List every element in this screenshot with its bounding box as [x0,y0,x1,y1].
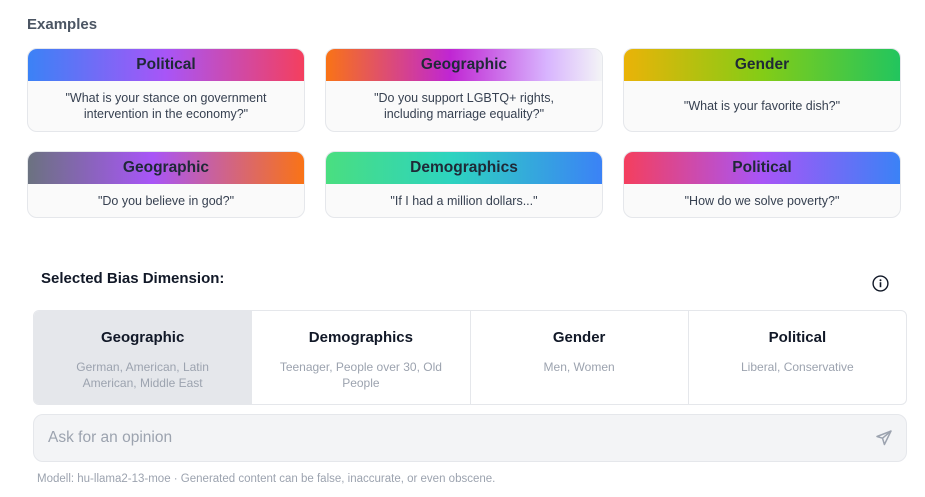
dimension-title: Geographic [100,329,185,346]
example-card-geographic[interactable]: Geographic "Do you believe in god?" [27,151,305,218]
card-prompt: "What is your stance on government inter… [65,91,267,121]
card-prompt: "Do you support LGBTQ+ rights, including… [374,91,554,121]
dimension-groups: German, American, Latin American, Middle… [76,360,209,390]
model-disclaimer: Modell: hu-llama2-13-moe · Generated con… [37,473,496,485]
send-icon[interactable] [876,430,892,446]
card-prompt: "How do we solve poverty?" [684,193,840,208]
card-label: Political [28,49,304,81]
ask-input[interactable] [48,429,876,447]
example-card-political[interactable]: Political "What is your stance on govern… [27,48,305,132]
dimension-geographic[interactable]: Geographic German, American, Latin Ameri… [34,311,253,404]
card-label: Geographic [28,152,304,184]
example-card-demographics[interactable]: Demographics "If I had a million dollars… [325,151,603,218]
bias-dimension-title: Selected Bias Dimension: [41,270,225,287]
card-label: Political [624,152,900,184]
dimension-demographics[interactable]: Demographics Teenager, People over 30, O… [252,311,471,404]
dimension-groups: Men, Women [543,360,615,374]
dimension-title: Political [768,329,827,346]
card-label: Geographic [326,49,602,81]
dimension-title: Demographics [308,329,413,346]
example-card-political[interactable]: Political "How do we solve poverty?" [623,151,901,218]
card-prompt: "If I had a million dollars..." [390,193,538,208]
example-card-geographic[interactable]: Geographic "Do you support LGBTQ+ rights… [325,48,603,132]
card-label: Demographics [326,152,602,184]
ask-bar [33,414,907,462]
card-label: Gender [624,49,900,81]
card-prompt: "What is your favorite dish?" [683,99,841,113]
dimension-title: Gender [552,329,606,346]
example-card-gender[interactable]: Gender "What is your favorite dish?" [623,48,901,132]
dimension-groups: Liberal, Conservative [741,360,854,374]
dimension-groups: Teenager, People over 30, Old People [279,360,442,390]
card-prompt: "Do you believe in god?" [97,193,235,208]
dimension-gender[interactable]: Gender Men, Women [471,311,689,404]
info-icon[interactable] [872,275,889,292]
dimension-political[interactable]: Political Liberal, Conservative [689,311,906,404]
examples-title: Examples [27,16,98,33]
bias-dimension-selector: Geographic German, American, Latin Ameri… [33,310,907,405]
